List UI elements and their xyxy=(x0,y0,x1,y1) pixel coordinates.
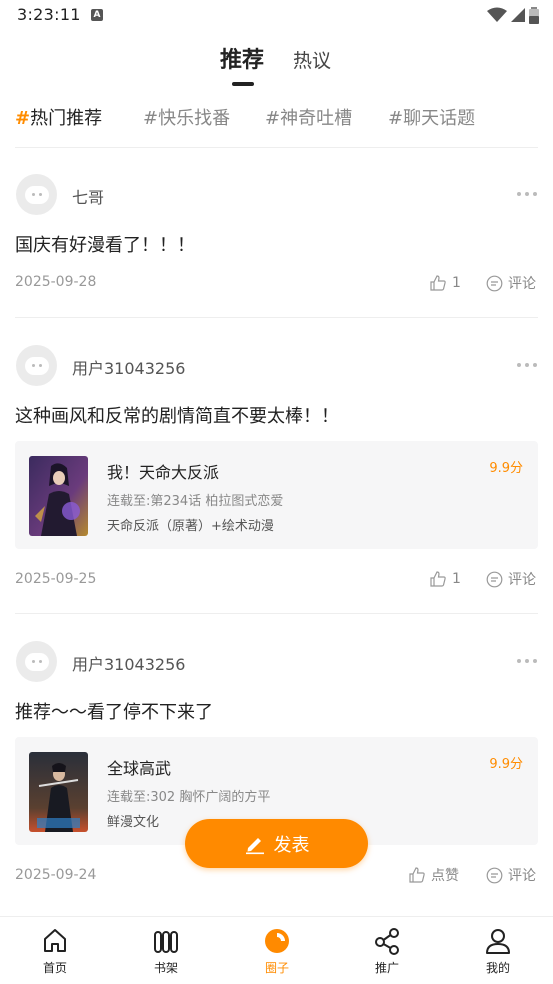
nav-label: 我的 xyxy=(485,961,510,975)
notification-a-icon: A xyxy=(91,9,103,21)
tab-recommend[interactable]: 推荐 xyxy=(220,42,264,74)
nav-promote[interactable]: 推广 xyxy=(347,927,427,976)
publish-button[interactable]: 发表 xyxy=(185,819,368,868)
comic-score: 9.9分 xyxy=(489,461,523,476)
comic-score: 9.9分 xyxy=(489,757,523,772)
nav-label: 圈子 xyxy=(264,961,289,975)
post-username[interactable]: 用户31043256 xyxy=(72,355,185,379)
avatar[interactable] xyxy=(16,174,57,215)
tab-active-indicator xyxy=(232,82,254,86)
status-bar: 3:23:11 A xyxy=(0,0,553,30)
comment-button[interactable]: 评论 xyxy=(486,865,536,885)
post-date: 2025-09-25 xyxy=(15,571,97,587)
home-icon xyxy=(44,929,66,952)
publish-label: 发表 xyxy=(273,834,310,856)
post-username[interactable]: 用户31043256 xyxy=(72,651,185,675)
comment-icon xyxy=(486,571,503,587)
comic-title: 我！天命大反派 xyxy=(107,463,220,482)
like-button[interactable]: 1 xyxy=(430,569,461,589)
post-text: 国庆有好漫看了！！！ xyxy=(15,235,195,256)
comic-card[interactable]: 我！天命大反派 9.9分 连载至:第234话 柏拉图式恋爱 天命反派（原著）+绘… xyxy=(15,441,538,549)
comment-label: 评论 xyxy=(508,868,536,884)
post-text: 推荐～～看了停不下来了 xyxy=(15,702,213,723)
comic-author: 天命反派（原著）+绘术动漫 xyxy=(107,519,274,534)
comment-icon xyxy=(486,275,503,291)
divider xyxy=(15,317,538,318)
nav-circle[interactable]: 圈子 xyxy=(237,927,317,976)
status-icons xyxy=(487,6,539,24)
nav-bookshelf[interactable]: 书架 xyxy=(126,927,206,976)
thumbs-up-icon xyxy=(409,867,425,883)
comment-button[interactable]: 评论 xyxy=(486,569,536,589)
bottom-nav: 首页 书架 圈子 推广 我的 xyxy=(0,916,553,984)
circle-icon xyxy=(265,929,289,953)
like-count: 1 xyxy=(452,571,461,587)
nav-mine[interactable]: 我的 xyxy=(458,927,538,976)
nav-home[interactable]: 首页 xyxy=(15,927,95,976)
thumbs-up-icon xyxy=(430,275,446,291)
post-date: 2025-09-28 xyxy=(15,274,97,290)
comic-cover xyxy=(29,752,88,832)
tab-hot[interactable]: 热议 xyxy=(293,46,331,73)
like-label: 点赞 xyxy=(431,868,459,884)
more-icon[interactable] xyxy=(517,362,537,368)
hash-icon: # xyxy=(15,108,31,129)
post-text: 这种画风和反常的剧情简直不要太棒！！ xyxy=(15,406,339,427)
comic-update: 连载至:302 胸怀广阔的方平 xyxy=(107,790,271,805)
comic-title: 全球高武 xyxy=(107,759,172,778)
battery-icon xyxy=(529,6,539,24)
comment-label: 评论 xyxy=(508,572,536,588)
profile-icon xyxy=(486,929,510,954)
like-button[interactable]: 点赞 xyxy=(409,865,459,885)
like-button[interactable]: 1 xyxy=(430,273,461,293)
avatar[interactable] xyxy=(16,641,57,682)
post-username[interactable]: 七哥 xyxy=(72,184,104,208)
more-icon[interactable] xyxy=(517,658,537,664)
share-icon xyxy=(375,928,399,955)
post-date: 2025-09-24 xyxy=(15,867,97,883)
pencil-icon xyxy=(245,837,264,854)
topic-label: 热门推荐 xyxy=(30,108,103,129)
comment-label: 评论 xyxy=(508,276,536,292)
status-time: 3:23:11 xyxy=(17,5,81,24)
thumbs-up-icon xyxy=(430,571,446,587)
comic-update: 连载至:第234话 柏拉图式恋爱 xyxy=(107,494,284,509)
comic-cover xyxy=(29,456,88,536)
like-count: 1 xyxy=(452,275,461,291)
nav-label: 书架 xyxy=(153,961,178,975)
wifi-icon xyxy=(487,7,507,22)
topic-hot-recommend[interactable]: #热门推荐 xyxy=(15,104,102,130)
nav-label: 推广 xyxy=(374,961,399,975)
divider xyxy=(15,613,538,614)
comment-icon xyxy=(486,867,503,883)
topic-funny-roast[interactable]: #神奇吐槽 xyxy=(265,104,352,130)
divider xyxy=(15,147,538,148)
nav-label: 首页 xyxy=(42,961,67,975)
comic-author: 鲜漫文化 xyxy=(107,815,160,830)
topic-happy-find[interactable]: #快乐找番 xyxy=(143,104,230,130)
avatar[interactable] xyxy=(16,345,57,386)
topic-chat[interactable]: #聊天话题 xyxy=(388,104,475,130)
bookshelf-icon xyxy=(154,931,178,953)
signal-icon xyxy=(511,8,525,22)
topic-bar: #热门推荐 #快乐找番 #神奇吐槽 #聊天话题 xyxy=(15,104,545,134)
top-tabs: 推荐 热议 xyxy=(0,38,553,88)
more-icon[interactable] xyxy=(517,191,537,197)
comment-button[interactable]: 评论 xyxy=(486,273,536,293)
